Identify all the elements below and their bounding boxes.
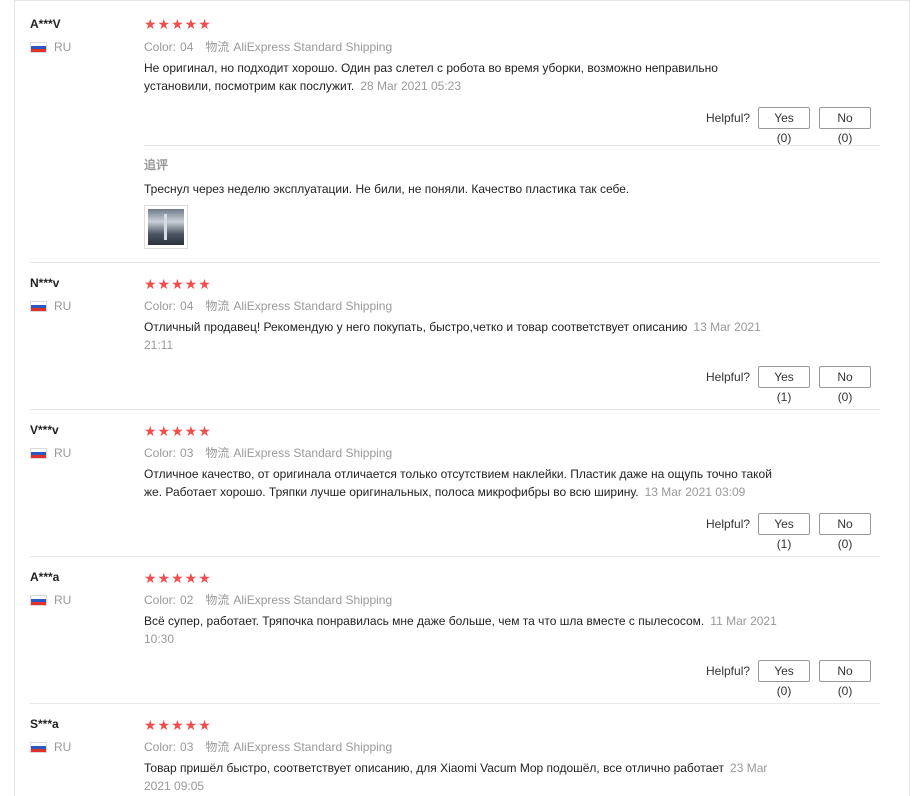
reviewer-name: S***a [30, 717, 59, 731]
reviewer-country: RU [30, 593, 71, 607]
review-meta: Color: 04 物流 AliExpress Standard Shipping [144, 38, 392, 55]
review-meta: Color: 03 物流 AliExpress Standard Shipping [144, 444, 392, 461]
color-value: 03 [180, 740, 194, 754]
reviewer-name: N***v [30, 276, 60, 290]
shipping-value: AliExpress Standard Shipping [233, 446, 393, 460]
review-body: Всё супер, работает. Тряпочка понравилас… [144, 614, 705, 628]
helpful-no-button[interactable]: No (0) [819, 366, 872, 404]
reviewer-name: A***a [30, 570, 60, 584]
helpful-controls: Helpful? Yes (0) No (0) [706, 107, 872, 145]
review-text: Товар пришёл быстро, соответствует описа… [144, 759, 784, 795]
reviewer-country: RU [30, 740, 71, 754]
review-divider [30, 703, 880, 704]
shipping-label: 物流 [205, 593, 230, 607]
reviewer-name: V***v [30, 423, 59, 437]
country-code: RU [54, 740, 72, 754]
country-code: RU [54, 446, 72, 460]
review-text: Не оригинал, но подходит хорошо. Один ра… [144, 59, 784, 95]
star-rating: ★★★★★ [144, 717, 212, 733]
star-rating: ★★★★★ [144, 16, 212, 32]
review-body: Товар пришёл быстро, соответствует описа… [144, 761, 725, 775]
helpful-label: Helpful? [706, 111, 751, 125]
star-rating: ★★★★★ [144, 570, 212, 586]
star-rating: ★★★★★ [144, 276, 212, 292]
additional-review-text: Треснул через неделю эксплуатации. Не би… [144, 182, 630, 196]
color-value: 03 [180, 446, 194, 460]
shipping-value: AliExpress Standard Shipping [233, 593, 393, 607]
color-label: Color: [144, 299, 177, 313]
reviewer-country: RU [30, 40, 71, 54]
country-code: RU [54, 593, 72, 607]
shipping-value: AliExpress Standard Shipping [233, 299, 393, 313]
shipping-label: 物流 [205, 740, 230, 754]
reviewer-country: RU [30, 446, 71, 460]
section-divider [144, 145, 880, 146]
russia-flag-icon [30, 41, 47, 53]
review-divider [30, 556, 880, 557]
shipping-value: AliExpress Standard Shipping [233, 40, 393, 54]
review-body: Отличный продавец! Рекомендую у него пок… [144, 320, 688, 334]
helpful-controls: Helpful? Yes (1) No (0) [706, 366, 872, 404]
review-meta: Color: 02 物流 AliExpress Standard Shipping [144, 591, 392, 608]
shipping-label: 物流 [205, 446, 230, 460]
russia-flag-icon [30, 741, 47, 753]
shipping-label: 物流 [205, 40, 230, 54]
star-rating: ★★★★★ [144, 423, 212, 439]
helpful-yes-button[interactable]: Yes (0) [758, 660, 811, 698]
helpful-controls: Helpful? Yes (1) No (0) [706, 513, 872, 551]
additional-review-title: 追评 [144, 158, 169, 172]
review-divider [30, 409, 880, 410]
color-label: Color: [144, 40, 177, 54]
helpful-no-button[interactable]: No (0) [819, 107, 872, 145]
color-label: Color: [144, 593, 177, 607]
russia-flag-icon [30, 594, 47, 606]
helpful-no-button[interactable]: No (0) [819, 513, 872, 551]
review-divider [30, 262, 880, 263]
color-value: 04 [180, 40, 194, 54]
russia-flag-icon [30, 300, 47, 312]
shipping-label: 物流 [205, 299, 230, 313]
reviewer-country: RU [30, 299, 71, 313]
review-text: Отличный продавец! Рекомендую у него пок… [144, 318, 784, 354]
reviewer-name: A***V [30, 17, 61, 31]
helpful-yes-button[interactable]: Yes (0) [758, 107, 811, 145]
helpful-yes-button[interactable]: Yes (1) [758, 366, 811, 404]
helpful-no-button[interactable]: No (0) [819, 660, 872, 698]
helpful-yes-button[interactable]: Yes (1) [758, 513, 811, 551]
color-value: 02 [180, 593, 194, 607]
country-code: RU [54, 40, 72, 54]
shipping-value: AliExpress Standard Shipping [233, 740, 393, 754]
helpful-label: Helpful? [706, 370, 751, 384]
color-label: Color: [144, 740, 177, 754]
russia-flag-icon [30, 447, 47, 459]
review-meta: Color: 03 物流 AliExpress Standard Shipping [144, 738, 392, 755]
review-text: Всё супер, работает. Тряпочка понравилас… [144, 612, 784, 648]
color-value: 04 [180, 299, 194, 313]
review-meta: Color: 04 物流 AliExpress Standard Shipping [144, 297, 392, 314]
review-date: 13 Mar 2021 03:09 [644, 485, 746, 499]
review-photo [148, 209, 184, 245]
review-text: Отличное качество, от оригинала отличает… [144, 465, 784, 501]
color-label: Color: [144, 446, 177, 460]
helpful-label: Helpful? [706, 517, 751, 531]
helpful-controls: Helpful? Yes (0) No (0) [706, 660, 872, 698]
review-date: 28 Mar 2021 05:23 [360, 79, 462, 93]
review-photo-thumbnail[interactable] [144, 205, 188, 249]
country-code: RU [54, 299, 72, 313]
helpful-label: Helpful? [706, 664, 751, 678]
